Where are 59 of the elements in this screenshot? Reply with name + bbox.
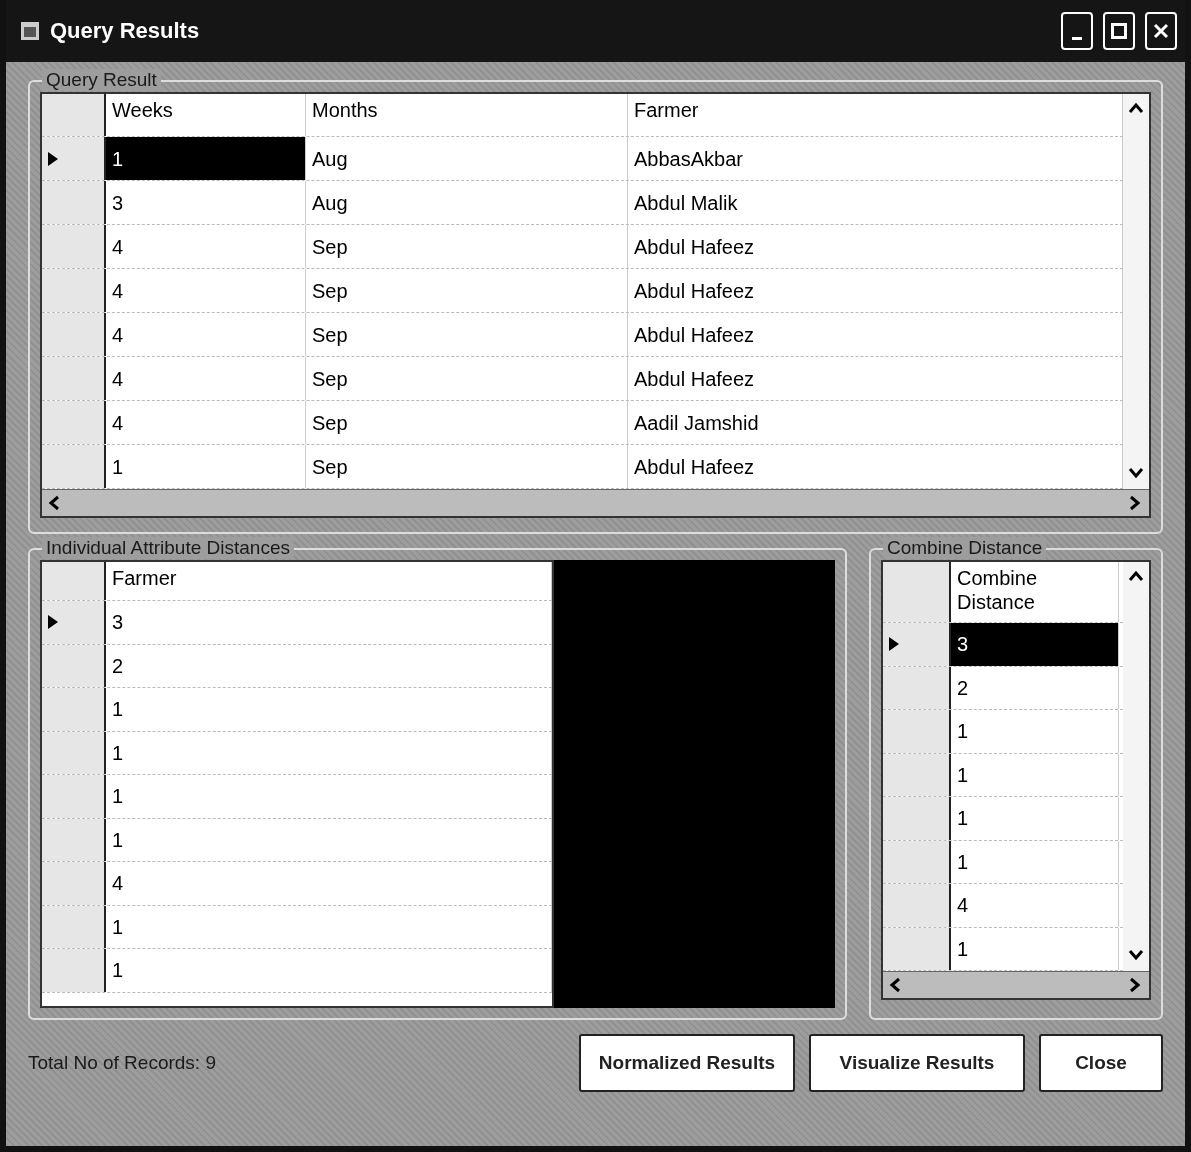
minimize-icon: [1072, 36, 1082, 40]
group-title: Individual Attribute Distances: [42, 537, 294, 559]
data-grid[interactable]: Weeks Months Farmer 1 Aug AbbasAkbar 3 Aug Abdul Malik 4 Sep Abdul Hafeez 4 Sep Abdul Hafeez 4 Sep Abdul Hafeez 4 Sep Abdul Hafeez 4 Sep Aadil Jamshid 1 Sep Abdul Hafeez: [40, 92, 1151, 518]
data-grid[interactable]: Farmer 3 2 1 1 1 1 4 1 1: [40, 560, 554, 1008]
vertical-scrollbar[interactable]: [1123, 94, 1149, 489]
group-title: Query Result: [42, 69, 161, 91]
row-header[interactable]: [42, 401, 106, 444]
row-header[interactable]: [42, 269, 106, 312]
maximize-icon: [1111, 23, 1127, 39]
action-button[interactable]: Visualize Results: [809, 1034, 1025, 1092]
row-header[interactable]: [42, 862, 106, 905]
scroll-down-icon[interactable]: [1128, 947, 1144, 963]
row-header[interactable]: [42, 731, 106, 774]
vertical-scrollbar[interactable]: [1123, 562, 1149, 971]
window-icon: [20, 21, 40, 41]
row-header[interactable]: [883, 840, 951, 883]
row-header[interactable]: [42, 949, 106, 992]
close-button[interactable]: [1145, 12, 1177, 50]
row-header[interactable]: [42, 775, 106, 818]
close-icon: [1153, 23, 1169, 39]
row-header[interactable]: [42, 688, 106, 731]
row-header[interactable]: [883, 710, 951, 753]
horizontal-scrollbar[interactable]: [42, 489, 1149, 516]
row-header[interactable]: [883, 666, 951, 709]
row-header[interactable]: [42, 357, 106, 400]
grid-corner-header[interactable]: [42, 94, 106, 136]
data-grid[interactable]: Combine Distance 3 2 1 1 1 1 4 1: [881, 560, 1151, 1000]
group-title: Combine Distance: [883, 537, 1047, 559]
row-header[interactable]: [42, 905, 106, 948]
row-header[interactable]: [42, 225, 106, 268]
horizontal-scrollbar[interactable]: [883, 971, 1149, 998]
row-header[interactable]: [42, 445, 106, 488]
window-title: Query Results: [50, 18, 201, 44]
row-header[interactable]: [883, 927, 951, 970]
minimize-button[interactable]: [1061, 12, 1093, 50]
row-header[interactable]: [42, 181, 106, 224]
row-header[interactable]: [883, 623, 951, 666]
table-cell[interactable]: 3: [951, 623, 1119, 666]
record-count: Total No of Records: 9: [28, 1052, 217, 1074]
row-header[interactable]: [883, 797, 951, 840]
grid-corner-header[interactable]: [42, 562, 106, 600]
action-button[interactable]: Close: [1039, 1034, 1163, 1092]
current-row-icon: [889, 637, 899, 652]
action-button[interactable]: Normalized Results: [579, 1034, 795, 1092]
row-header[interactable]: [42, 644, 106, 687]
scroll-right-icon[interactable]: [1127, 977, 1143, 993]
table-cell[interactable]: 1: [106, 137, 306, 180]
row-header[interactable]: [42, 137, 106, 180]
row-header[interactable]: [42, 313, 106, 356]
maximize-button[interactable]: [1103, 12, 1135, 50]
row-header[interactable]: [42, 818, 106, 861]
row-header[interactable]: [883, 884, 951, 927]
current-row-icon: [48, 151, 58, 166]
current-row-icon: [48, 615, 58, 630]
grid-corner-header[interactable]: [883, 562, 951, 622]
row-header[interactable]: [883, 753, 951, 796]
scroll-right-icon[interactable]: [1127, 495, 1143, 511]
scroll-down-icon[interactable]: [1128, 465, 1144, 481]
row-header[interactable]: [42, 601, 106, 644]
